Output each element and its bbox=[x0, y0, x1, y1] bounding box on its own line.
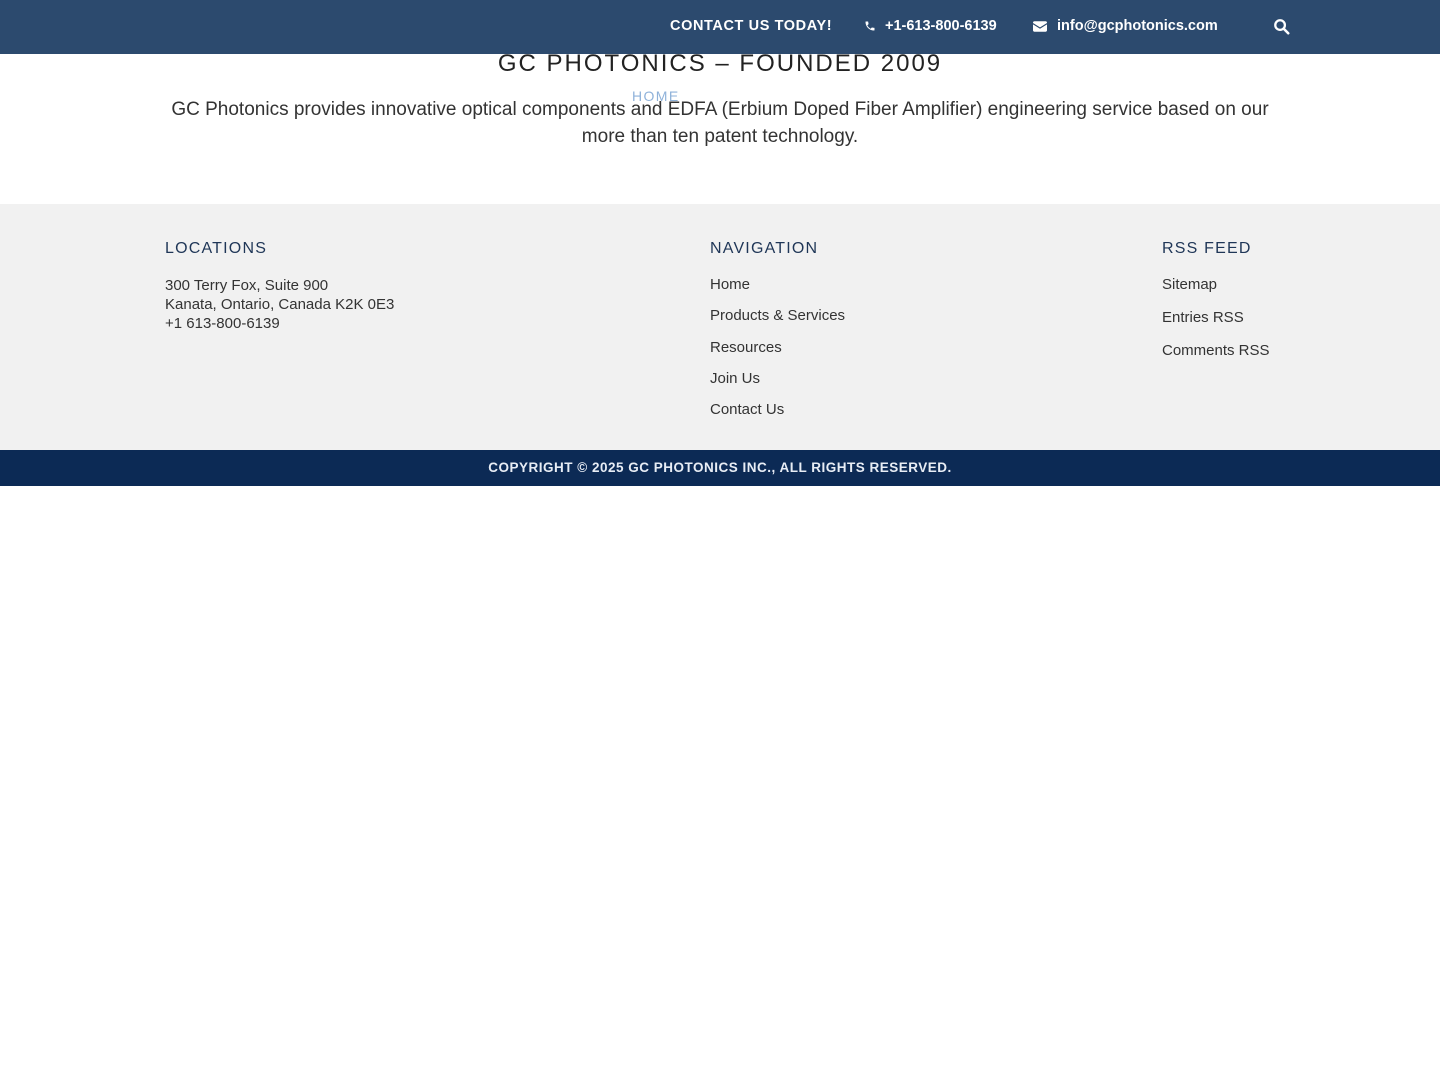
contact-us-today-label: CONTACT US TODAY! bbox=[670, 18, 833, 34]
email-link[interactable]: info@gcphotonics.com bbox=[1033, 18, 1218, 34]
phone-link[interactable]: +1-613-800-6139 bbox=[864, 18, 997, 34]
list-item: Contact Us bbox=[710, 401, 845, 432]
address-block: 300 Terry Fox, Suite 900 Kanata, Ontario… bbox=[165, 276, 394, 333]
entries-rss-link[interactable]: Entries RSS bbox=[1162, 309, 1244, 326]
top-contact-bar: CONTACT US TODAY! +1-613-800-6139 info@g… bbox=[0, 0, 1440, 54]
footer-nav-list: Home Products & Services Resources Join … bbox=[710, 276, 845, 432]
sitemap-link[interactable]: Sitemap bbox=[1162, 276, 1217, 293]
list-item: Resources bbox=[710, 339, 845, 370]
list-item: Home bbox=[710, 276, 845, 307]
search-icon[interactable] bbox=[1273, 18, 1291, 36]
phone-number: +1-613-800-6139 bbox=[885, 18, 997, 34]
footer-nav-join-us[interactable]: Join Us bbox=[710, 370, 760, 387]
list-item: Sitemap bbox=[1162, 276, 1270, 309]
footer-widgets: LOCATIONS 300 Terry Fox, Suite 900 Kanat… bbox=[0, 204, 1440, 450]
envelope-icon bbox=[1033, 20, 1047, 32]
footer-nav-contact-us[interactable]: Contact Us bbox=[710, 401, 784, 418]
rss-list: Sitemap Entries RSS Comments RSS bbox=[1162, 276, 1270, 375]
address-line: Kanata, Ontario, Canada K2K 0E3 bbox=[165, 296, 395, 313]
email-address: info@gcphotonics.com bbox=[1057, 18, 1218, 34]
address-line: 300 Terry Fox, Suite 900 bbox=[165, 277, 329, 294]
copyright-bar: COPYRIGHT © 2025 GC PHOTONICS INC., ALL … bbox=[0, 450, 1440, 486]
list-item: Products & Services bbox=[710, 307, 845, 338]
navigation-heading: NAVIGATION bbox=[710, 240, 819, 257]
footer-nav-products-services[interactable]: Products & Services bbox=[710, 307, 845, 324]
locations-heading: LOCATIONS bbox=[165, 240, 268, 257]
copyright-text: COPYRIGHT © 2025 GC PHOTONICS INC., ALL … bbox=[488, 460, 952, 475]
page-title: GC PHOTONICS – FOUNDED 2009 bbox=[497, 50, 943, 77]
list-item: Comments RSS bbox=[1162, 342, 1270, 375]
rss-feed-heading: RSS FEED bbox=[1162, 240, 1252, 257]
list-item: Entries RSS bbox=[1162, 309, 1270, 342]
footer-nav-resources[interactable]: Resources bbox=[710, 339, 782, 356]
list-item: Join Us bbox=[710, 370, 845, 401]
footer-nav-home[interactable]: Home bbox=[710, 276, 750, 293]
phone-icon bbox=[864, 20, 876, 32]
comments-rss-link[interactable]: Comments RSS bbox=[1162, 342, 1270, 359]
company-description: GC Photonics provides innovative optical… bbox=[171, 99, 1269, 147]
address-phone: +1 613-800-6139 bbox=[165, 315, 280, 332]
